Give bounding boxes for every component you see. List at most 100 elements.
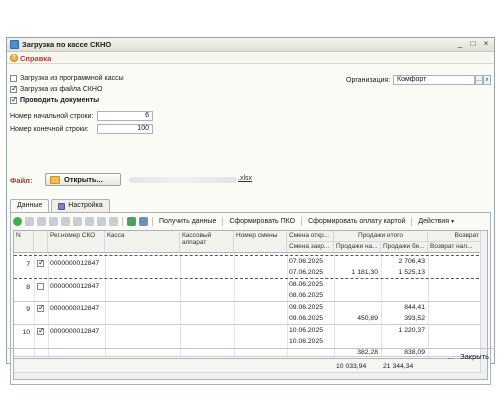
- add-icon[interactable]: [13, 217, 22, 226]
- row-sales-card: 393,52: [404, 315, 425, 322]
- load-from-file-checkbox[interactable]: [10, 84, 18, 93]
- bottom-bar: ... Закрыть: [6, 348, 495, 364]
- load-from-program-option[interactable]: Загрузка из программной кассы: [10, 75, 124, 82]
- actions-menu[interactable]: Действия▼: [416, 218, 457, 225]
- settings-icon: [58, 202, 66, 210]
- move-up-icon[interactable]: [73, 217, 82, 226]
- row-sales-total: 2 706,43: [398, 258, 425, 265]
- get-data-button[interactable]: Получить данные: [157, 218, 218, 225]
- file-extension[interactable]: .xlsx: [238, 175, 252, 182]
- row-sales-total: 1 220,37: [398, 327, 425, 334]
- column-header-return-cash[interactable]: Возврат нал...: [428, 242, 482, 253]
- tab-settings[interactable]: Настройка: [51, 199, 110, 212]
- organization-open-button[interactable]: ⌕: [483, 75, 491, 85]
- actions-label: Действия: [418, 218, 450, 225]
- row-sales-card: 1 525,13: [398, 269, 425, 276]
- tab-data[interactable]: Данные: [10, 199, 50, 212]
- column-header-reg[interactable]: Рег.номер СКО: [48, 231, 105, 253]
- column-header-sales-cash[interactable]: Продажи на...: [334, 242, 381, 253]
- open-file-label: Открыть...: [64, 175, 103, 184]
- row-reg-number: 0000000012847: [50, 283, 100, 290]
- start-row-field[interactable]: 6: [97, 111, 153, 121]
- move-down-icon[interactable]: [85, 217, 94, 226]
- load-from-file-label: Загрузка из файла СКНО: [20, 86, 103, 93]
- row-shift-close: 09.06.2025: [289, 315, 324, 322]
- check-all-icon[interactable]: [127, 217, 136, 226]
- sort-asc-icon[interactable]: [97, 217, 106, 226]
- end-row-field[interactable]: 100: [97, 124, 153, 134]
- column-header-check[interactable]: [34, 231, 48, 253]
- copy-icon[interactable]: [25, 217, 34, 226]
- post-documents-checkbox[interactable]: [10, 95, 18, 104]
- help-icon[interactable]: ?: [10, 54, 18, 62]
- form-card-payment-button[interactable]: Сформировать оплату картой: [306, 218, 407, 225]
- row-number: 7: [26, 261, 30, 268]
- row-number: 10: [22, 329, 30, 336]
- help-bar: ? Справка: [7, 52, 494, 64]
- row-checkbox[interactable]: [37, 258, 45, 267]
- load-from-program-label: Загрузка из программной кассы: [20, 75, 124, 82]
- close-button[interactable]: ... Закрыть: [448, 352, 489, 361]
- column-header-sales-card[interactable]: Продажи бе...: [381, 242, 428, 253]
- table-toolbar: Получить данные Сформировать ПКО Сформир…: [13, 216, 457, 227]
- row-reg-number: 0000000012847: [50, 260, 100, 267]
- row-checkbox[interactable]: [37, 303, 45, 312]
- row-checkbox[interactable]: [37, 326, 45, 335]
- toolbar-separator: [411, 217, 413, 226]
- column-header-n[interactable]: N: [14, 231, 34, 253]
- column-header-smena-open[interactable]: Смена откр...: [287, 231, 334, 242]
- column-header-return[interactable]: Возврат: [428, 231, 482, 242]
- post-documents-option[interactable]: Проводить документы: [10, 95, 100, 104]
- post-documents-label: Проводить документы: [20, 97, 100, 104]
- column-header-apparat[interactable]: Кассовый аппарат: [180, 231, 234, 253]
- file-label: Файл:: [10, 176, 33, 185]
- row-shift-open: 07.06.2025: [289, 258, 324, 265]
- help-link[interactable]: Справка: [20, 54, 51, 63]
- maximize-button[interactable]: □: [468, 39, 478, 49]
- column-header-sales-total[interactable]: Продажи итого: [334, 231, 428, 242]
- close-label: Закрыть: [460, 352, 489, 361]
- folder-icon: [50, 175, 60, 184]
- edit-icon[interactable]: [37, 217, 46, 226]
- toolbar-separator: [222, 217, 224, 226]
- uncheck-all-icon[interactable]: [139, 217, 148, 226]
- dropdown-arrow-icon: ▼: [450, 219, 456, 225]
- row-sales-cash: 450,89: [357, 315, 378, 322]
- title-bar: Загрузка по кассе СКНО _ □ ×: [7, 38, 494, 52]
- delete-icon[interactable]: [49, 217, 58, 226]
- close-window-button[interactable]: ×: [481, 39, 491, 49]
- organization-select-button[interactable]: …: [475, 75, 483, 85]
- form-pko-button[interactable]: Сформировать ПКО: [227, 218, 297, 225]
- start-row-label: Номер начальной строки:: [10, 113, 94, 120]
- row-sales-total: 844,41: [404, 304, 425, 311]
- open-file-button[interactable]: Открыть...: [45, 173, 121, 186]
- tab-bar: Данные Настройка: [10, 199, 110, 212]
- grid-icon[interactable]: [61, 217, 70, 226]
- sort-desc-icon[interactable]: [109, 217, 118, 226]
- column-header-kassa[interactable]: Касса: [105, 231, 180, 253]
- row-shift-open: 08.06.2025: [289, 281, 324, 288]
- load-from-program-checkbox[interactable]: [10, 75, 17, 82]
- organization-field[interactable]: Комфорт: [393, 75, 475, 85]
- column-header-smena[interactable]: Номер смены: [234, 231, 287, 253]
- toolbar-separator: [301, 217, 303, 226]
- upload-window: Загрузка по кассе СКНО _ □ × ? Справка З…: [6, 37, 495, 385]
- tab-data-label: Данные: [17, 202, 43, 209]
- row-shift-open: 09.06.2025: [289, 304, 324, 311]
- column-header-smena-close[interactable]: Смена закр...: [287, 242, 334, 253]
- row-reg-number: 0000000012847: [50, 305, 100, 312]
- horizontal-scrollbar[interactable]: [14, 372, 482, 379]
- row-checkbox[interactable]: [37, 283, 44, 290]
- app-icon: [10, 40, 19, 49]
- table-row[interactable]: 8 0000000012847 08.06.2025 08.06.2025: [14, 280, 487, 302]
- load-from-file-option[interactable]: Загрузка из файла СКНО: [10, 84, 103, 93]
- more-label: ...: [447, 352, 454, 361]
- table-row[interactable]: 9 0000000012847 09.06.2025 09.06.2025 45…: [14, 303, 487, 325]
- total-sales-card: 21 344,34: [383, 363, 414, 370]
- window-title: Загрузка по кассе СКНО: [22, 40, 112, 49]
- table-row[interactable]: 7 0000000012847 07.06.2025 07.06.2025 1 …: [14, 255, 487, 279]
- row-shift-close: 08.06.2025: [289, 292, 324, 299]
- row-shift-open: 10.06.2025: [289, 327, 324, 334]
- minimize-button[interactable]: _: [455, 39, 465, 49]
- row-reg-number: 0000000012847: [50, 328, 100, 335]
